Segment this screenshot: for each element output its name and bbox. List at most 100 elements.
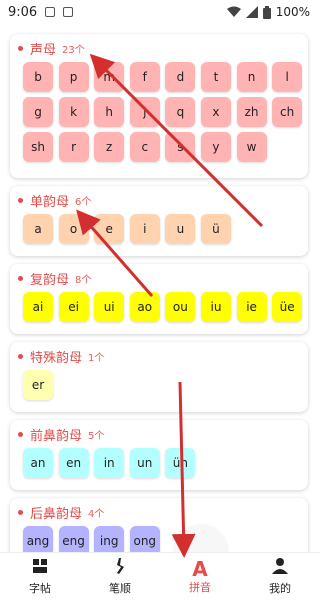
nav-label: 笔顺 <box>109 582 131 595</box>
nav-label: 字帖 <box>29 582 51 595</box>
pinyin-tile[interactable]: ei <box>58 292 89 322</box>
nav-stroke-order[interactable]: 笔顺 <box>80 553 160 600</box>
bullet-dot-icon <box>18 45 23 51</box>
pinyin-tile[interactable]: f <box>129 62 160 92</box>
pinyin-tile[interactable]: u <box>165 214 196 244</box>
pinyin-tile[interactable]: i <box>129 214 160 244</box>
status-bar: 9:06 100% <box>0 0 320 24</box>
pinyin-tile[interactable]: a <box>23 214 53 244</box>
tile-grid: ang eng ing ong <box>10 526 308 552</box>
section-title: 声母 <box>30 42 57 58</box>
image-icon <box>45 7 56 17</box>
section-title: 后鼻韵母 <box>30 506 83 522</box>
section-count: 6个 <box>75 196 92 208</box>
pinyin-tile[interactable]: l <box>272 62 303 92</box>
section-header: 单韵母 6个 <box>10 186 308 214</box>
section-header: 后鼻韵母 4个 <box>10 498 308 526</box>
pinyin-tile[interactable]: en <box>58 448 89 478</box>
battery-icon <box>262 5 271 19</box>
bullet-dot-icon <box>18 275 23 281</box>
pinyin-tile[interactable]: e <box>94 214 125 244</box>
pinyin-tile[interactable]: k <box>58 97 89 127</box>
pinyin-tile[interactable]: ou <box>165 292 196 322</box>
nav-copybook[interactable]: 字帖 <box>0 553 80 600</box>
pinyin-tile[interactable]: c <box>129 132 160 162</box>
pinyin-tile[interactable]: p <box>58 62 89 92</box>
nav-label: 我的 <box>269 582 291 595</box>
pinyin-tile[interactable]: t <box>200 62 231 92</box>
pinyin-tile[interactable]: ün <box>165 448 196 478</box>
pinyin-tile[interactable]: sh <box>23 132 53 162</box>
pinyin-tile[interactable]: m <box>94 62 125 92</box>
bullet-dot-icon <box>18 353 23 359</box>
pinyin-tile[interactable]: h <box>94 97 125 127</box>
pinyin-tile[interactable]: ong <box>129 526 160 552</box>
section-title: 特殊韵母 <box>30 350 83 366</box>
stroke-order-icon <box>111 557 129 580</box>
pinyin-tile[interactable]: ang <box>23 526 53 552</box>
section-card: 单韵母 6个 a o e i u ü <box>10 186 308 256</box>
section-title: 前鼻韵母 <box>30 428 83 444</box>
pinyin-tile[interactable]: b <box>23 62 53 92</box>
tile-grid: b p m f d t n l g k h j q x zh ch sh r z c s y w <box>10 62 308 167</box>
section-card: 特殊韵母 1个 er <box>10 342 308 412</box>
nav-profile[interactable]: 我的 <box>240 553 320 600</box>
pinyin-tile[interactable]: ing <box>94 526 125 552</box>
status-right: 100% <box>226 5 310 19</box>
wifi-icon <box>226 6 241 17</box>
section-count: 8个 <box>75 274 92 286</box>
copybook-icon <box>31 557 49 580</box>
tile-grid: er <box>10 370 308 405</box>
pinyin-tile[interactable]: ch <box>272 97 303 127</box>
pinyin-tile[interactable]: ui <box>94 292 125 322</box>
status-left: 9:06 <box>8 4 74 20</box>
section-header: 声母 23个 <box>10 34 308 62</box>
bullet-dot-icon <box>18 197 23 203</box>
pinyin-tile[interactable]: iu <box>200 292 231 322</box>
signal-icon <box>245 6 258 18</box>
section-card: 复韵母 8个 ai ei ui ao ou iu ie üe <box>10 264 308 334</box>
pinyin-tile[interactable]: x <box>200 97 231 127</box>
section-header: 复韵母 8个 <box>10 264 308 292</box>
pinyin-tile[interactable]: eng <box>58 526 89 552</box>
pinyin-icon: A <box>192 556 208 581</box>
pinyin-tile[interactable]: g <box>23 97 53 127</box>
pinyin-tile[interactable]: j <box>129 97 160 127</box>
tile-grid: ai ei ui ao ou iu ie üe <box>10 292 308 327</box>
profile-icon <box>271 557 289 580</box>
section-title: 复韵母 <box>30 272 70 288</box>
pinyin-tile[interactable]: z <box>94 132 125 162</box>
status-time: 9:06 <box>8 4 38 20</box>
pinyin-tile[interactable]: üe <box>272 292 303 322</box>
section-header: 前鼻韵母 5个 <box>10 420 308 448</box>
pinyin-tile[interactable]: r <box>58 132 89 162</box>
pinyin-tile[interactable]: ai <box>23 292 53 322</box>
pinyin-tile[interactable]: zh <box>236 97 267 127</box>
section-count: 1个 <box>88 352 105 364</box>
pinyin-tile[interactable]: in <box>94 448 125 478</box>
nav-pinyin[interactable]: A 拼音 <box>160 553 240 600</box>
pinyin-tile[interactable]: y <box>200 132 231 162</box>
pinyin-tile[interactable]: q <box>165 97 196 127</box>
pinyin-list[interactable]: 声母 23个 b p m f d t n l g k h j q x zh ch sh r z c s y w 单韵母 6个 a o e i… <box>0 28 320 552</box>
pinyin-tile[interactable]: un <box>129 448 160 478</box>
section-count: 23个 <box>62 44 85 56</box>
pinyin-tile[interactable]: an <box>23 448 53 478</box>
pinyin-tile[interactable]: ie <box>236 292 267 322</box>
section-card: 前鼻韵母 5个 an en in un ün <box>10 420 308 490</box>
section-title: 单韵母 <box>30 194 70 210</box>
pinyin-tile[interactable]: s <box>165 132 196 162</box>
nav-label: 拼音 <box>189 580 211 594</box>
pinyin-tile[interactable]: ü <box>200 214 231 244</box>
pinyin-tile[interactable]: er <box>23 370 53 400</box>
pinyin-tile[interactable]: w <box>236 132 267 162</box>
pinyin-tile[interactable]: d <box>165 62 196 92</box>
pinyin-tile[interactable]: o <box>58 214 89 244</box>
pinyin-tile[interactable]: n <box>236 62 267 92</box>
section-card: 后鼻韵母 4个 ang eng ing ong <box>10 498 308 552</box>
tile-grid: aoeiuü <box>10 214 308 249</box>
pinyin-tile[interactable]: ao <box>129 292 160 322</box>
battery-percent: 100% <box>275 5 310 19</box>
section-count: 4个 <box>88 508 105 520</box>
tile-grid: an en in un ün <box>10 448 308 483</box>
